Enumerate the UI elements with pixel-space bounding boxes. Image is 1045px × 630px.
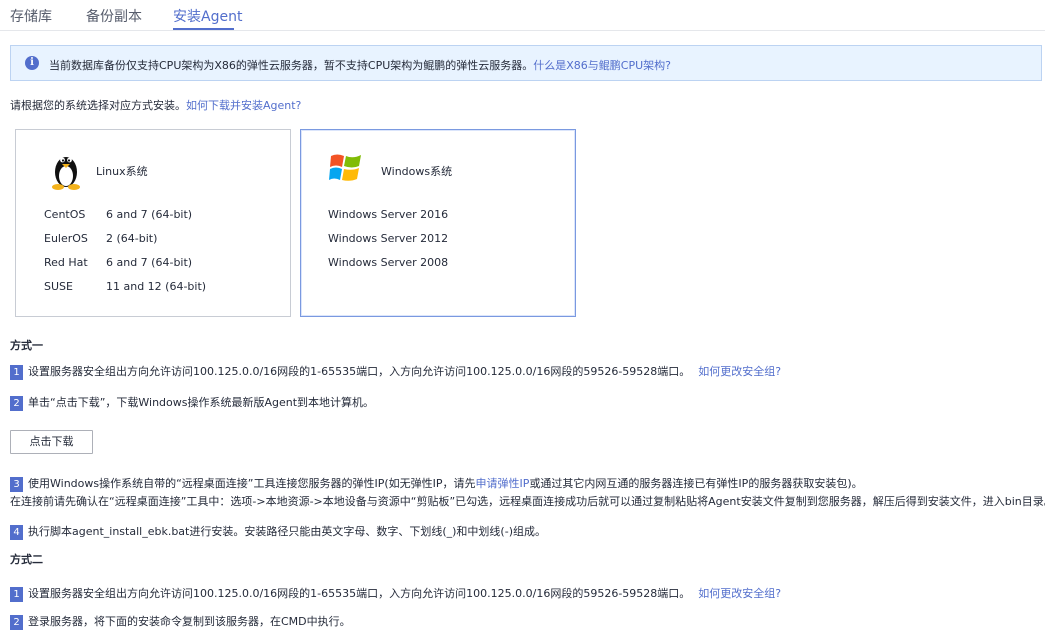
windows-row: Windows Server 2008 [328, 256, 449, 269]
step-number: 3 [10, 476, 23, 492]
os-version: 6 and 7 (64-bit) [106, 256, 193, 269]
windows-card[interactable]: Windows系统 Windows Server 2016 Windows Se… [300, 129, 576, 317]
intro-text: 请根据您的系统选择对应方式安装。 [10, 99, 186, 112]
info-banner: i 当前数据库备份仅支持CPU架构为X86的弹性云服务器，暂不支持CPU架构为鲲… [10, 45, 1042, 81]
os-name: SUSE [44, 280, 73, 293]
step-text: 设置服务器安全组出方向允许访问100.125.0.0/16网段的1-65535端… [28, 587, 691, 600]
method1-step3-note: 在连接前请先确认在“远程桌面连接”工具中：选项->本地资源->本地设备与资源中“… [10, 495, 1045, 508]
tab-bar: 存储库 备份副本 安装Agent [0, 0, 1045, 31]
os-version: 2 (64-bit) [106, 232, 158, 245]
tab-repository[interactable]: 存储库 [10, 6, 52, 26]
step-text: 使用Windows操作系统自带的“远程桌面连接”工具连接您服务器的弹性IP(如无… [28, 477, 476, 490]
change-security-group-link[interactable]: 如何更改安全组? [698, 365, 781, 378]
step-text: 登录服务器，将下面的安装命令复制到该服务器，在CMD中执行。 [28, 615, 351, 628]
banner-text: 当前数据库备份仅支持CPU架构为X86的弹性云服务器，暂不支持CPU架构为鲲鹏的… [49, 57, 671, 73]
os-name: EulerOS [44, 232, 88, 245]
method2-title: 方式二 [10, 553, 43, 566]
linux-row: SUSE 11 and 12 (64-bit) [44, 280, 206, 293]
step-text: 设置服务器安全组出方向允许访问100.125.0.0/16网段的1-65535端… [28, 365, 691, 378]
os-name: Red Hat [44, 256, 88, 269]
linux-card[interactable]: Linux系统 CentOS 6 and 7 (64-bit) EulerOS 2 … [15, 129, 291, 317]
step-number: 1 [10, 586, 23, 602]
tab-backup-copy[interactable]: 备份副本 [86, 6, 142, 26]
os-version: 6 and 7 (64-bit) [106, 208, 193, 221]
info-icon: i [25, 56, 39, 70]
step-number: 4 [10, 524, 23, 540]
apply-eip-link[interactable]: 申请弹性IP [476, 477, 530, 490]
os-name: CentOS [44, 208, 86, 221]
step-number: 2 [10, 395, 23, 411]
method1-title: 方式一 [10, 339, 43, 352]
windows-row: Windows Server 2016 [328, 208, 449, 221]
method1-step1: 1 设置服务器安全组出方向允许访问100.125.0.0/16网段的1-65535… [10, 363, 781, 380]
method1-step2: 2 单击“点击下载”，下载Windows操作系统最新版Agent到本地计算机。 [10, 394, 374, 411]
cpu-arch-link[interactable]: 什么是X86与鲲鹏CPU架构? [533, 59, 671, 72]
tab-install-agent[interactable]: 安装Agent [173, 6, 242, 26]
linux-row: EulerOS 2 (64-bit) [44, 232, 157, 245]
linux-title: Linux系统 [96, 165, 148, 178]
method2-step2: 2 登录服务器，将下面的安装命令复制到该服务器，在CMD中执行。 [10, 613, 351, 630]
banner-message: 当前数据库备份仅支持CPU架构为X86的弹性云服务器，暂不支持CPU架构为鲲鹏的… [49, 59, 534, 72]
change-security-group-link[interactable]: 如何更改安全组? [698, 587, 781, 600]
step-number: 2 [10, 614, 23, 630]
tab-divider [0, 30, 1045, 31]
method2-step1: 1 设置服务器安全组出方向允许访问100.125.0.0/16网段的1-65535… [10, 585, 781, 602]
method1-step4: 4 执行脚本agent_install_ebk.bat进行安装。安装路径只能由英文… [10, 523, 546, 540]
os-version: 11 and 12 (64-bit) [106, 280, 207, 293]
linux-row: Red Hat 6 and 7 (64-bit) [44, 256, 192, 269]
intro-line: 请根据您的系统选择对应方式安装。如何下载并安装Agent? [10, 97, 301, 113]
windows-title: Windows系统 [381, 165, 453, 178]
method1-step3: 3 使用Windows操作系统自带的“远程桌面连接”工具连接您服务器的弹性IP(如… [10, 475, 863, 492]
windows-row: Windows Server 2012 [328, 232, 449, 245]
step-text: 执行脚本agent_install_ebk.bat进行安装。安装路径只能由英文字… [28, 525, 546, 538]
linux-row: CentOS 6 and 7 (64-bit) [44, 208, 192, 221]
linux-penguin-icon [52, 157, 80, 190]
windows-logo-icon [329, 154, 361, 181]
step-number: 1 [10, 364, 23, 380]
download-button[interactable]: 点击下载 [10, 430, 93, 454]
how-to-install-link[interactable]: 如何下载并安装Agent? [186, 99, 301, 112]
step-text: 单击“点击下载”，下载Windows操作系统最新版Agent到本地计算机。 [28, 396, 375, 409]
step-text: 或通过其它内网互通的服务器连接已有弹性IP的服务器获取安装包)。 [529, 477, 863, 490]
